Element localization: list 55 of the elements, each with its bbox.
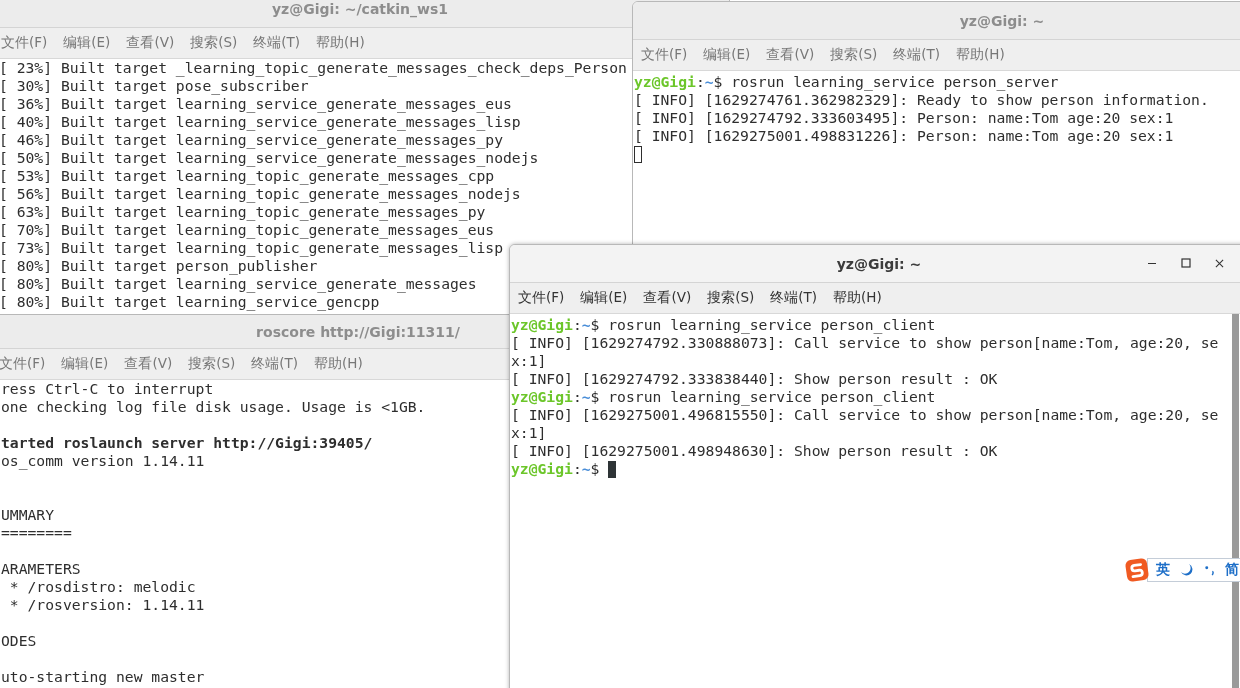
terminal-line: [ 80%] Built target learning_service_generate_messages <box>0 275 477 293</box>
window-title: roscore http://Gigi:11311/ <box>256 323 460 340</box>
terminal-line: yz@Gigi:~$ rosrun learning_service person_server <box>634 73 1059 91</box>
terminal-line: [ 63%] Built target learning_topic_generate_messages_py <box>0 203 486 221</box>
terminal-line: yz@Gigi:~$ <box>511 460 600 478</box>
window-title: yz@Gigi: ~ <box>959 12 1045 29</box>
terminal-line: [ 40%] Built target learning_service_generate_messages_lisp <box>0 113 521 131</box>
menu-item[interactable]: 搜索(S) <box>707 289 763 307</box>
moon-icon[interactable] <box>1180 563 1194 577</box>
menu-item[interactable]: 终端(T) <box>770 289 826 307</box>
terminal-line: [ 30%] Built target pose_subscriber <box>0 77 309 95</box>
terminal-line: yz@Gigi:~$ rosrun learning_service person_client <box>511 388 936 406</box>
terminal-line: [ INFO] [1629274792.330888073]: Call service to show person[name:Tom, age:20, se <box>511 334 1219 352</box>
terminal-line: ======== <box>1 524 72 542</box>
input-mode-label[interactable]: 英 <box>1156 561 1170 579</box>
terminal-line: * /rosversion: 1.14.11 <box>8 596 205 614</box>
terminal-line: [ INFO] [1629274761.362982329]: Ready to show person information. <box>634 91 1209 109</box>
terminal-line: ress Ctrl-C to interrupt <box>1 380 214 398</box>
terminal-line: [ INFO] [1629275001.498948630]: Show person result : OK <box>511 442 998 460</box>
terminal-line: uto-starting new master <box>1 668 205 686</box>
terminal-line: [ 50%] Built target learning_service_generate_messages_nodejs <box>0 149 539 167</box>
menu-item[interactable]: 查看(V) <box>643 289 700 307</box>
window-title: yz@Gigi: ~/catkin_ws1 <box>271 0 449 17</box>
terminal-line: UMMARY <box>1 506 55 524</box>
terminal-line: one checking log file disk usage. Usage is <1GB. <box>1 398 426 416</box>
menu-item[interactable]: 文件(F) <box>518 289 573 307</box>
terminal-line: [ 46%] Built target learning_service_generate_messages_py <box>0 131 504 149</box>
terminal-line: [ 23%] Built target _learning_topic_generate_messages_check_deps_Person <box>0 59 627 77</box>
window-title: yz@Gigi: ~ <box>836 255 922 272</box>
terminal-line: [ 80%] Built target person_publisher <box>0 257 318 275</box>
close-icon[interactable] <box>1215 258 1224 268</box>
terminal-line: os_comm version 1.14.11 <box>1 452 205 470</box>
terminal-line: [ 73%] Built target learning_topic_generate_messages_lisp <box>0 239 504 257</box>
terminal-line: yz@Gigi:~$ rosrun learning_service person_client <box>511 316 936 334</box>
terminal-line: [ INFO] [1629274792.333603495]: Person: name:Tom age:20 sex:1 <box>634 109 1174 127</box>
terminal-line: * /rosdistro: melodic <box>8 578 196 596</box>
terminal-line: x:1] <box>511 352 547 370</box>
terminal-line: x:1] <box>511 424 547 442</box>
terminal-line: ARAMETERS <box>1 560 81 578</box>
terminal-line: [ 70%] Built target learning_topic_generate_messages_eus <box>0 221 495 239</box>
terminal-line: [ 80%] Built target learning_service_gencpp <box>0 293 380 311</box>
menu-item[interactable]: 帮助(H) <box>833 289 890 307</box>
maximize-icon[interactable] <box>1181 258 1191 268</box>
terminal-line: [ INFO] [1629275001.496815550]: Call service to show person[name:Tom, age:20, se <box>511 406 1219 424</box>
terminal-line: [ INFO] [1629274792.333838440]: Show person result : OK <box>511 370 998 388</box>
terminal-line: [ 36%] Built target learning_service_generate_messages_eus <box>0 95 512 113</box>
punctuation-icon[interactable] <box>1204 563 1215 577</box>
terminal-line: [ INFO] [1629275001.498831226]: Person: name:Tom age:20 sex:1 <box>634 127 1174 145</box>
input-mode-label[interactable]: 简 <box>1225 561 1239 579</box>
terminal-line: ODES <box>1 632 37 650</box>
keyboard-logo-icon[interactable] <box>1124 557 1150 583</box>
terminal-line: [ 53%] Built target learning_topic_generate_messages_cpp <box>0 167 495 185</box>
terminal-line: [ 56%] Built target learning_topic_generate_messages_nodejs <box>0 185 521 203</box>
menu-item[interactable]: 编辑(E) <box>580 289 636 307</box>
terminal-line: tarted roslaunch server http://Gigi:39405/ <box>1 434 373 452</box>
